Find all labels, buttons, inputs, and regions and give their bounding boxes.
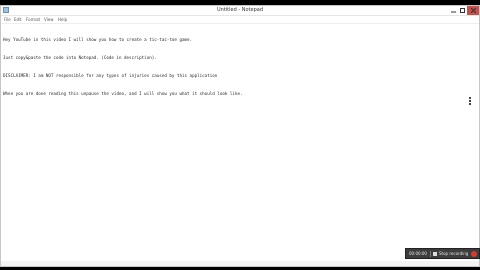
close-icon — [470, 8, 476, 13]
menu-help[interactable]: Help — [58, 16, 67, 23]
record-indicator-icon — [471, 251, 477, 257]
editor-line: Hey YouTube in this video I will show yo… — [3, 37, 193, 42]
editor-line: Just copy&paste the code into Notepad. (… — [3, 55, 157, 60]
stop-icon[interactable] — [433, 252, 437, 256]
stop-recording-button[interactable]: Stop recording — [439, 251, 468, 257]
menu-format[interactable]: Format — [26, 16, 40, 23]
menu-edit[interactable]: Edit — [14, 16, 22, 23]
window-title: Untitled - Notepad — [216, 7, 263, 13]
editor-line: DISCLAIMER: I am NOT responsible for any… — [3, 73, 218, 78]
menu-view[interactable]: View — [44, 16, 54, 23]
menu-bar: File Edit Format View Help — [1, 16, 479, 24]
title-bar: Untitled - Notepad — [1, 6, 479, 16]
menu-file[interactable]: File — [4, 16, 11, 23]
minimize-button[interactable] — [449, 6, 458, 15]
screen-recorder-panel: 00:00:00 Stop recording — [405, 248, 480, 259]
minimize-icon — [451, 11, 456, 13]
close-button[interactable] — [467, 6, 479, 15]
editor-line: When you are done reading this unpause t… — [3, 91, 243, 96]
maximize-button[interactable] — [458, 6, 467, 15]
text-editor[interactable]: Hey YouTube in this video I will show yo… — [3, 25, 465, 260]
maximize-icon — [460, 8, 465, 13]
recording-time: 00:00:00 — [409, 251, 427, 256]
mouse-cursor-icon — [469, 97, 471, 105]
recorder-divider — [430, 251, 431, 257]
window-bottom-edge — [1, 261, 479, 266]
notepad-window: Untitled - Notepad File Edit Format View… — [0, 5, 480, 267]
